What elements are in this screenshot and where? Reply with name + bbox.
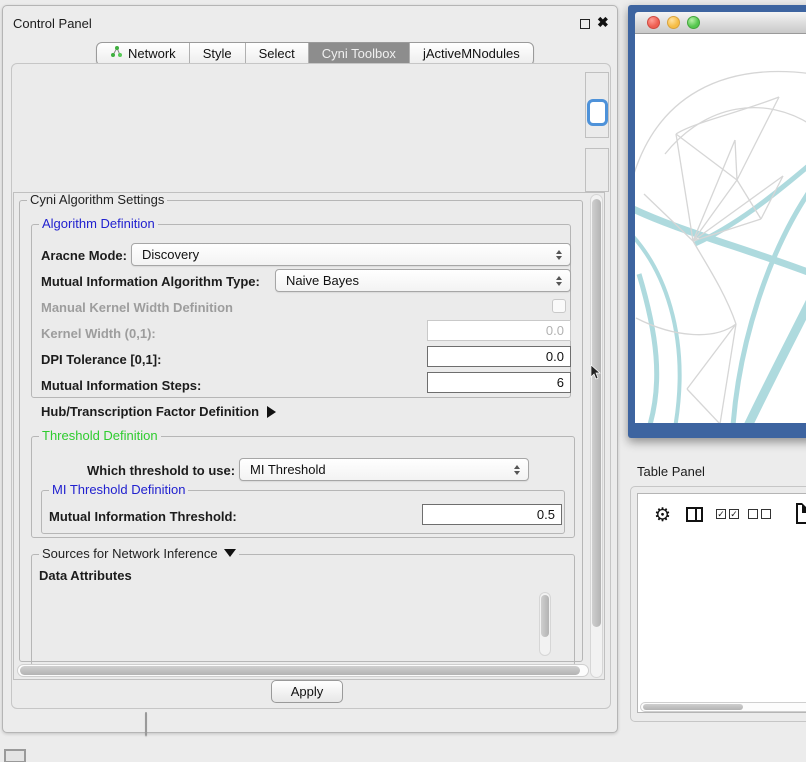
zoom-traffic-icon[interactable] <box>687 16 700 29</box>
tab-label: Select <box>259 43 295 65</box>
minimized-panel-icon[interactable] <box>4 749 26 762</box>
sources-legend[interactable]: Sources for Network Inference <box>39 547 239 561</box>
tab-label: Style <box>203 43 232 65</box>
stepper-arrows-icon <box>556 276 562 286</box>
manual-kernel-width-label: Manual Kernel Width Definition <box>41 300 233 315</box>
stepper-arrows-icon <box>556 250 562 260</box>
mi-threshold-definition-legend: MI Threshold Definition <box>49 483 188 497</box>
which-threshold-select[interactable]: MI Threshold <box>239 458 529 481</box>
table-panel: ⚙ ✓✓ <box>630 486 806 722</box>
kernel-width-label: Kernel Width (0,1): <box>41 326 156 341</box>
table-panel-title: Table Panel <box>637 464 705 479</box>
unchecked-pair-icon[interactable] <box>748 509 771 519</box>
close-icon[interactable]: ✖ <box>597 14 609 31</box>
collapsed-arrow-icon <box>267 406 276 418</box>
which-threshold-value: MI Threshold <box>250 462 326 477</box>
minimize-traffic-icon[interactable] <box>667 16 680 29</box>
aracne-mode-value: Discovery <box>142 247 199 262</box>
cyni-settings-legend: Cyni Algorithm Settings <box>27 193 167 207</box>
network-edge[interactable] <box>693 219 761 241</box>
control-panel-window: Control Panel ✖ Network Style Select Cyni T… <box>2 5 618 733</box>
network-canvas[interactable] <box>635 34 806 423</box>
cyni-bottom-tab-bar <box>145 712 147 736</box>
settings-vertical-scrollbar[interactable] <box>590 194 603 678</box>
data-attributes-list <box>47 590 553 660</box>
tab-select[interactable]: Select <box>245 43 308 65</box>
mouse-cursor <box>590 365 602 381</box>
gear-icon[interactable]: ⚙ <box>654 504 671 527</box>
control-panel-title: Control Panel <box>13 16 92 31</box>
network-icon <box>110 43 123 65</box>
network-view-window <box>628 5 806 438</box>
mi-steps-input[interactable]: 6 <box>427 372 571 393</box>
mi-algorithm-type-value: Naive Bayes <box>286 273 359 288</box>
mi-algorithm-type-select[interactable]: Naive Bayes <box>275 269 571 292</box>
expanded-arrow-icon <box>224 549 236 557</box>
network-edge[interactable] <box>639 274 657 423</box>
network-window-titlebar[interactable] <box>635 12 806 34</box>
network-edge[interactable] <box>687 389 720 423</box>
apply-button[interactable]: Apply <box>271 680 343 703</box>
mi-steps-label: Mutual Information Steps: <box>41 378 201 393</box>
tab-jactivemnodules[interactable]: jActiveMNodules <box>409 43 533 65</box>
hub-definition-label: Hub/Transcription Factor Definition <box>41 404 259 419</box>
network-edge[interactable] <box>735 140 737 180</box>
table-horizontal-scrollbar[interactable] <box>640 702 806 712</box>
threshold-definition-legend: Threshold Definition <box>39 429 161 443</box>
hub-definition-toggle[interactable]: Hub/Transcription Factor Definition <box>41 404 276 419</box>
tab-style[interactable]: Style <box>189 43 245 65</box>
mi-algorithm-type-label: Mutual Information Algorithm Type: <box>41 274 260 289</box>
page-icon[interactable] <box>796 503 806 524</box>
settings-horizontal-scrollbar[interactable] <box>17 664 589 677</box>
dpi-tolerance-input[interactable]: 0.0 <box>427 346 571 367</box>
attribute-list-scrollbar[interactable] <box>539 592 551 656</box>
mi-threshold-input[interactable]: 0.5 <box>422 504 562 525</box>
covered-groupbox-fragment-2 <box>585 148 609 192</box>
mi-threshold-label: Mutual Information Threshold: <box>49 509 237 524</box>
tab-label: jActiveMNodules <box>423 43 520 65</box>
which-threshold-label: Which threshold to use: <box>87 463 235 478</box>
tab-cyni-toolbox[interactable]: Cyni Toolbox <box>308 43 409 65</box>
kernel-width-input: 0.0 <box>427 320 571 341</box>
network-edge[interactable] <box>693 241 736 324</box>
sources-legend-text: Sources for Network Inference <box>42 546 218 561</box>
algorithm-definition-legend: Algorithm Definition <box>39 217 158 231</box>
close-traffic-icon[interactable] <box>647 16 660 29</box>
tab-label: Cyni Toolbox <box>322 43 396 65</box>
stepper-arrows-icon <box>514 465 520 475</box>
aracne-mode-label: Aracne Mode: <box>41 248 127 263</box>
table-body <box>639 561 806 700</box>
aracne-mode-select[interactable]: Discovery <box>131 243 571 266</box>
dpi-tolerance-label: DPI Tolerance [0,1]: <box>41 352 161 367</box>
float-window-icon[interactable] <box>580 19 590 29</box>
manual-kernel-width-checkbox <box>552 299 566 313</box>
network-edge[interactable] <box>761 176 783 219</box>
tab-network[interactable]: Network <box>97 43 189 65</box>
checked-pair-icon[interactable]: ✓✓ <box>716 509 739 519</box>
data-attributes-label: Data Attributes <box>39 568 132 583</box>
covered-spinner-focus-ring <box>587 99 608 126</box>
table-container: ⚙ ✓✓ <box>637 493 806 713</box>
split-columns-icon[interactable] <box>686 507 703 522</box>
tab-label: Network <box>128 43 176 65</box>
